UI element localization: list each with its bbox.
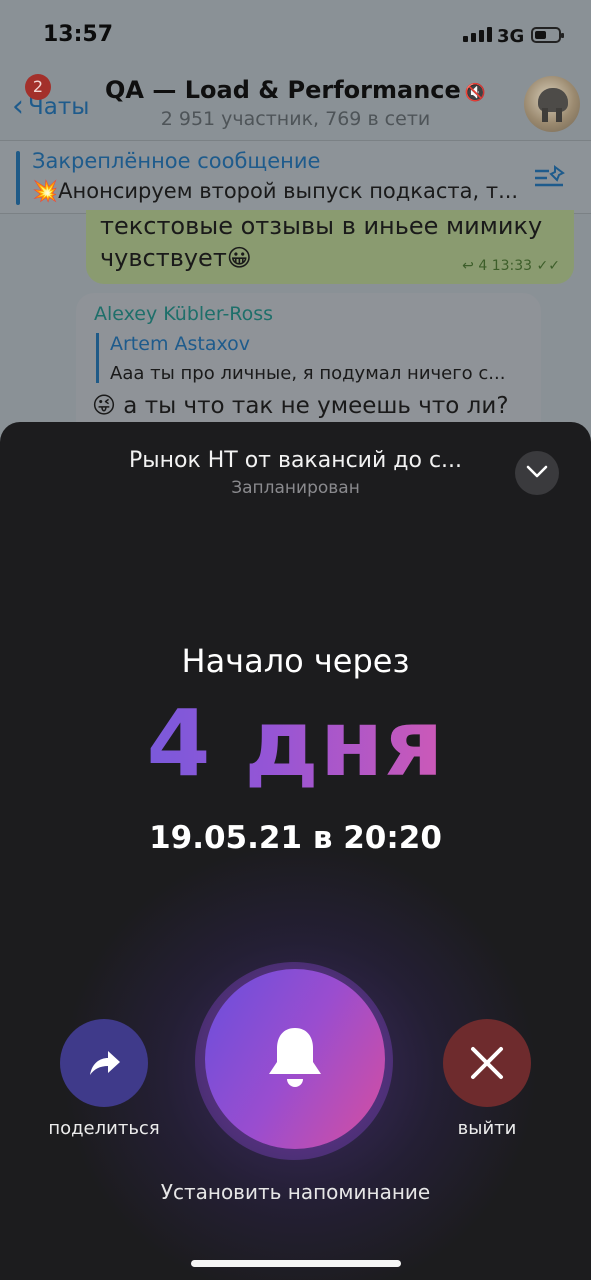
share-label: поделиться <box>48 1118 160 1139</box>
chat-header: ‹ Чаты 2 QA — Load & Performance 🔇 2 951 … <box>0 70 591 140</box>
voice-chat-sheet: Рынок НТ от вакансий до с... Запланирова… <box>0 422 591 1280</box>
share-button[interactable] <box>60 1019 148 1107</box>
chevron-down-icon <box>526 465 548 478</box>
pinned-message[interactable]: Закреплённое сообщение 💥Анонсируем второ… <box>0 140 591 214</box>
battery-icon <box>531 27 564 43</box>
chat-avatar[interactable] <box>524 76 580 132</box>
reminder-label: Установить напоминание <box>160 1180 431 1204</box>
collapse-button[interactable] <box>515 451 559 495</box>
chat-title-text: QA — Load & Performance <box>105 76 461 104</box>
reply-count: 4 <box>478 258 488 274</box>
reply-text: Ааа ты про личные, я подумал ничего с... <box>110 363 506 384</box>
signal-icon <box>463 27 492 42</box>
voice-chat-status: Запланирован <box>231 478 360 498</box>
reply-author: Artem Astaxov <box>110 333 251 355</box>
close-icon <box>471 1047 503 1079</box>
network-type: 3G <box>497 26 525 47</box>
voice-chat-title: Рынок НТ от вакансий до с... <box>128 448 463 473</box>
message-author: Alexey Kübler-Ross <box>94 303 274 325</box>
pinned-title: Закреплённое сообщение <box>32 149 321 173</box>
chat-subtitle: 2 951 участник, 769 в сети <box>160 108 431 130</box>
message-text-line1: текстовые отзывы в иньее мимику <box>100 212 543 240</box>
bell-icon <box>269 1028 321 1087</box>
set-reminder-button[interactable] <box>205 969 385 1149</box>
mute-icon: 🔇 <box>464 83 486 103</box>
message-text-line2: чувствует😀 <box>100 244 252 272</box>
message-time: 13:33 <box>491 258 533 274</box>
share-arrow-icon <box>90 1051 120 1075</box>
double-check-icon: ✓✓ <box>536 258 560 274</box>
pin-list-icon[interactable] <box>533 165 567 191</box>
outgoing-message[interactable]: текстовые отзывы в иньее мимику чувствуе… <box>86 210 574 284</box>
reply-icon: ↩ <box>462 258 474 274</box>
status-bar: 13:57 3G <box>0 0 591 70</box>
scheduled-datetime: 19.05.21 в 20:20 <box>149 820 442 856</box>
status-time: 13:57 <box>43 22 114 47</box>
message-meta: ↩ 4 13:33 ✓✓ <box>462 258 560 274</box>
starts-in-label: Начало через <box>181 642 410 680</box>
pinned-text: 💥Анонсируем второй выпуск подкаста, т... <box>32 179 519 203</box>
home-indicator <box>191 1260 401 1267</box>
countdown: 4 дня <box>0 690 591 797</box>
leave-label: выйти <box>457 1118 517 1139</box>
leave-button[interactable] <box>443 1019 531 1107</box>
message-text: 😜 а ты что так не умеешь что ли? <box>92 393 509 419</box>
chat-background: 13:57 3G ‹ Чаты 2 QA — Load & Performanc… <box>0 0 591 460</box>
chat-title[interactable]: QA — Load & Performance 🔇 <box>0 76 591 104</box>
